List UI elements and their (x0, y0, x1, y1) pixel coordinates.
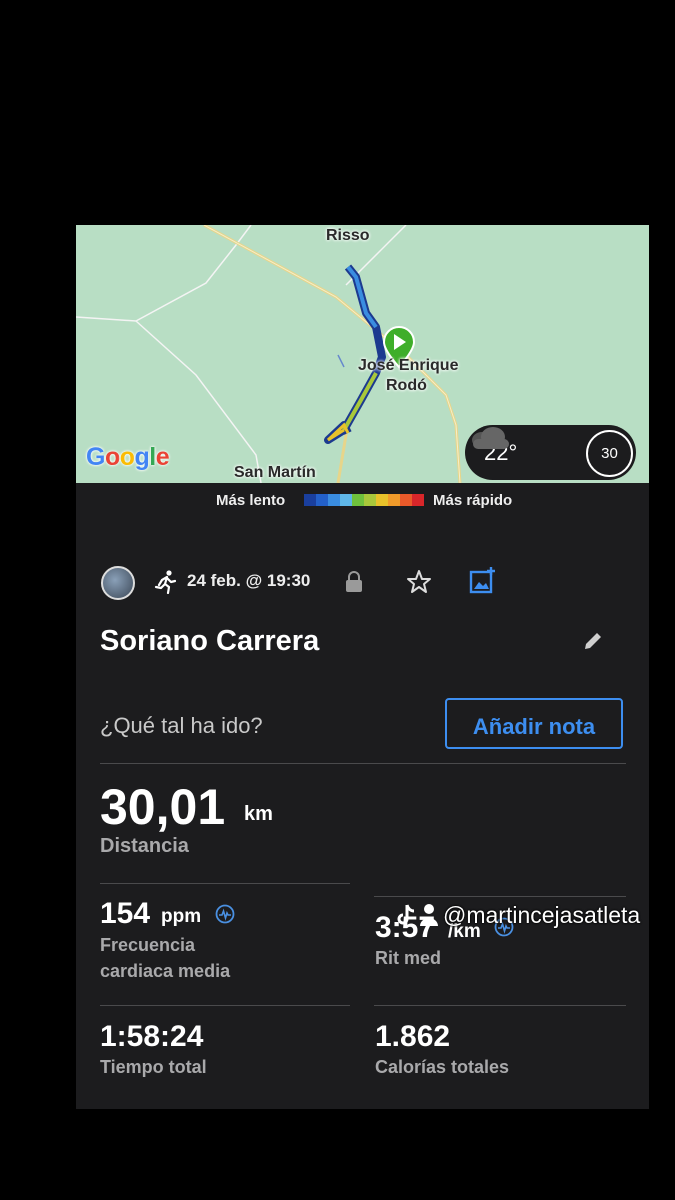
legend-swatch (400, 494, 412, 506)
divider (374, 1005, 626, 1006)
heart-rate-label-line1: Frecuencia (100, 935, 196, 955)
activity-card: Risso José Enrique Rodó San Martín Googl… (76, 225, 649, 1109)
legend-swatch (412, 494, 424, 506)
tiktok-logo-icon (397, 904, 415, 925)
activity-date: 24 feb. @ 19:30 (187, 571, 311, 590)
legend-slower: Más lento (216, 492, 286, 509)
google-logo: Google (86, 443, 170, 471)
add-photo-icon[interactable] (469, 566, 497, 594)
heart-rate-monitor-icon (215, 904, 235, 924)
activity-title: Soriano Carrera (100, 625, 320, 657)
lock-icon[interactable] (345, 571, 363, 593)
star-icon[interactable] (406, 569, 432, 595)
divider (100, 1005, 350, 1006)
legend-faster: Más rápido (433, 492, 513, 509)
heart-rate-unit: ppm (161, 906, 202, 927)
calories-value: 1.862 (375, 1020, 451, 1053)
avatar[interactable] (101, 566, 135, 600)
divider (100, 883, 350, 884)
edit-pencil-icon[interactable] (582, 630, 604, 652)
distance-label: Distancia (100, 835, 189, 857)
legend-swatch (364, 494, 376, 506)
legend-swatch (352, 494, 364, 506)
pace-label: Rit med (375, 948, 442, 968)
distance-unit: km (244, 803, 273, 825)
legend-swatch (328, 494, 340, 506)
cloud-icon (472, 427, 509, 449)
route-map[interactable]: Risso José Enrique Rodó San Martín Googl… (76, 225, 649, 483)
heart-rate-value: 154 (100, 897, 151, 930)
feedback-question: ¿Qué tal ha ido? (100, 713, 263, 738)
total-time-label: Tiempo total (100, 1057, 207, 1077)
calories-label: Calorías totales (375, 1057, 510, 1077)
running-icon (154, 570, 176, 594)
map-label-risso: Risso (326, 227, 370, 244)
add-note-button[interactable]: Añadir nota (445, 698, 623, 749)
legend-swatch (340, 494, 352, 506)
legend-swatch (388, 494, 400, 506)
map-label-place-line1: José Enrique (358, 357, 459, 374)
heart-rate-label-line2: cardiaca media (100, 961, 231, 981)
legend-swatch (304, 494, 316, 506)
legend-swatch (376, 494, 388, 506)
wind-speed: 30 (586, 430, 633, 477)
map-label-place-line2: Rodó (386, 377, 427, 394)
user-icon (420, 904, 438, 926)
legend-swatch (316, 494, 328, 506)
distance-value: 30,01 (100, 779, 226, 835)
legend-color-bar (304, 494, 424, 506)
map-label-san-martin: San Martín (234, 464, 316, 481)
divider (374, 896, 626, 897)
divider (100, 763, 626, 764)
watermark-handle: @martincejasatleta (443, 902, 641, 928)
weather-badge: 22° 30 (465, 425, 636, 480)
total-time-value: 1:58:24 (100, 1020, 204, 1053)
activity-meta-row: 24 feb. @ 19:30 (76, 565, 649, 601)
